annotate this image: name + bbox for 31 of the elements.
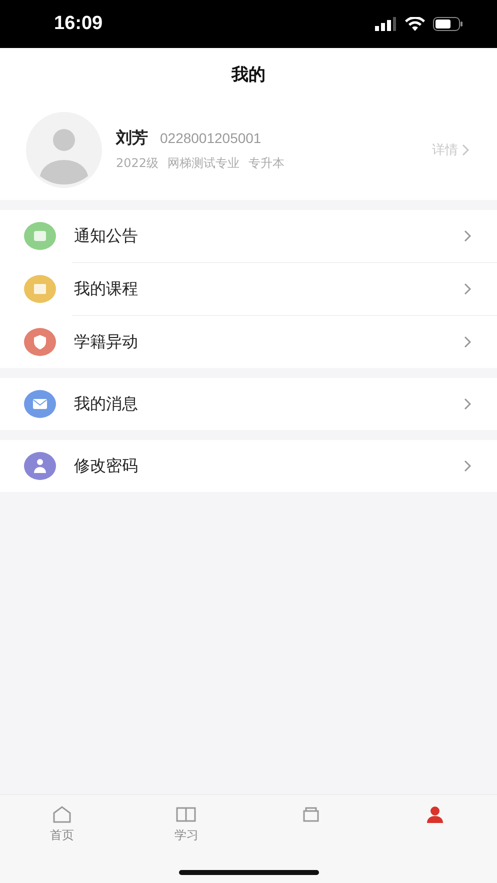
mail-icon <box>24 390 56 418</box>
menu-item[interactable]: 修改密码 <box>0 440 497 492</box>
signal-icon <box>375 17 397 31</box>
course-icon <box>24 275 56 303</box>
menu-item[interactable]: 通知公告 <box>0 210 497 262</box>
user-name: 刘芳 <box>116 128 148 149</box>
menu-item[interactable]: 我的消息 <box>0 378 497 430</box>
menu-item[interactable]: 学籍异动 <box>0 316 497 368</box>
profile-detail: 2022级 <box>116 155 159 172</box>
battery-icon <box>433 17 463 31</box>
profile-detail: 网梯测试专业 <box>168 155 240 172</box>
chevron-icon <box>461 143 471 157</box>
menu-item[interactable]: 我的课程 <box>0 263 497 315</box>
student-id: 0228001205001 <box>160 130 262 146</box>
wifi-icon <box>405 17 425 31</box>
page-title: 我的 <box>232 64 266 86</box>
chevron-icon <box>463 229 473 243</box>
profile-detail: 专升本 <box>248 155 285 172</box>
chevron-icon <box>463 459 473 473</box>
home-icon <box>52 805 72 823</box>
chevron-icon <box>463 335 473 349</box>
chevron-icon <box>463 282 473 296</box>
book-icon <box>176 805 196 823</box>
shield-icon <box>24 328 56 356</box>
chevron-icon <box>463 397 473 411</box>
avatar-icon <box>26 112 102 188</box>
user-icon <box>24 452 56 480</box>
notice-icon <box>24 222 56 250</box>
box-icon <box>300 805 321 823</box>
status-time: 16:09 <box>54 13 103 35</box>
person-icon <box>424 805 445 823</box>
